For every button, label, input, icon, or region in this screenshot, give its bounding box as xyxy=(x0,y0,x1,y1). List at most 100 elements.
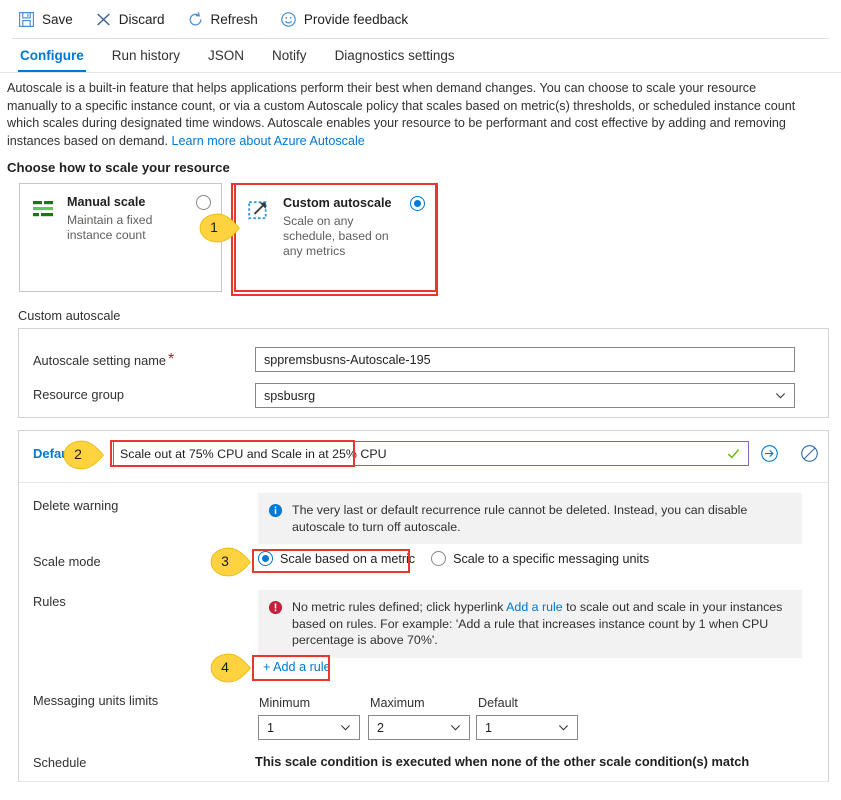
tab-configure-label: Configure xyxy=(20,48,84,63)
tab-bar: Configure Run history JSON Notify Diagno… xyxy=(6,44,469,72)
scale-mode-label-row: Scale mode xyxy=(33,554,101,569)
error-icon xyxy=(268,600,283,615)
schedule-label: Schedule xyxy=(33,755,87,770)
autoscale-setting-name-value: sppremsbusns-Autoscale-195 xyxy=(264,352,431,367)
default-value: 1 xyxy=(485,720,493,735)
command-bar: Save Discard Refresh Provide feedback xyxy=(0,0,841,38)
manual-scale-title: Manual scale xyxy=(67,195,146,209)
block-disable-icon[interactable] xyxy=(800,444,819,463)
default-select[interactable]: 1 xyxy=(476,715,578,740)
tab-run-history[interactable]: Run history xyxy=(98,44,194,72)
radio-circle-units xyxy=(431,551,447,566)
tab-json[interactable]: JSON xyxy=(194,44,258,72)
minimum-column-header: Minimum xyxy=(259,696,311,710)
manual-scale-radio[interactable] xyxy=(196,195,211,210)
discard-button[interactable]: Discard xyxy=(95,11,165,28)
rules-warning-banner: No metric rules defined; click hyperlink… xyxy=(258,590,802,658)
green-bars-icon xyxy=(33,201,53,217)
resource-group-label-row: Resource group xyxy=(33,387,124,402)
move-arrow-icon[interactable] xyxy=(760,444,779,463)
save-button[interactable]: Save xyxy=(18,11,73,28)
schedule-description: This scale condition is executed when no… xyxy=(255,754,750,769)
minimum-value: 1 xyxy=(267,720,275,735)
scale-mode-units-label: Scale to a specific messaging units xyxy=(453,551,650,566)
custom-autoscale-title: Custom autoscale xyxy=(283,196,392,210)
limits-label-row: Messaging units limits xyxy=(33,693,158,708)
close-x-icon xyxy=(96,12,110,26)
setting-name-label-row: Autoscale setting name * xyxy=(33,351,174,369)
callout-2-number: 2 xyxy=(74,446,82,462)
maximum-select[interactable]: 2 xyxy=(368,715,470,740)
tab-notify[interactable]: Notify xyxy=(258,44,321,72)
save-icon xyxy=(19,11,34,27)
smiley-face-icon xyxy=(281,11,296,27)
resource-group-label: Resource group xyxy=(33,387,125,402)
delete-warning-label-row: Delete warning xyxy=(33,498,118,513)
radio-circle-metric xyxy=(258,551,273,566)
refresh-button[interactable]: Refresh xyxy=(187,11,258,28)
add-a-rule-button[interactable]: + Add a rule xyxy=(259,658,335,676)
tab-configure[interactable]: Configure xyxy=(6,44,98,72)
command-bar-divider xyxy=(12,38,829,39)
custom-autoscale-subtitle: Scale on any schedule, based on any metr… xyxy=(283,214,389,258)
discard-label: Discard xyxy=(118,11,165,27)
tab-diagnostics-settings[interactable]: Diagnostics settings xyxy=(321,44,469,72)
maximum-value: 2 xyxy=(377,720,385,735)
intro-text: Autoscale is a built-in feature that hel… xyxy=(7,81,796,148)
callout-2: 2 xyxy=(62,439,104,470)
condition-header-divider xyxy=(19,482,828,483)
dashed-box-arrow-icon xyxy=(248,201,267,220)
condition-name-input[interactable]: Scale out at 75% CPU and Scale in at 25%… xyxy=(113,441,749,466)
delete-warning-text: The very last or default recurrence rule… xyxy=(292,503,748,534)
callout-4: 4 xyxy=(209,652,251,683)
tab-notify-label: Notify xyxy=(272,48,307,63)
required-asterisk: * xyxy=(168,351,175,368)
messaging-units-limits-label: Messaging units limits xyxy=(33,693,159,708)
callout-1-number: 1 xyxy=(210,219,218,235)
setting-name-label: Autoscale setting name xyxy=(33,352,167,368)
rules-text-before: No metric rules defined; click hyperlink xyxy=(292,600,507,614)
save-label: Save xyxy=(42,11,73,27)
tab-run-history-label: Run history xyxy=(111,48,181,63)
chevron-down-icon xyxy=(558,725,569,731)
resource-group-select[interactable]: spsbusrg xyxy=(255,383,795,408)
scale-mode-metric-label: Scale based on a metric xyxy=(280,551,416,566)
callout-1: 1 xyxy=(198,212,240,243)
add-a-rule-inline-link[interactable]: Add a rule xyxy=(506,600,562,614)
rules-label: Rules xyxy=(33,594,66,609)
tab-json-label: JSON xyxy=(208,48,245,63)
manual-scale-card[interactable]: Manual scale Maintain a fixed instance c… xyxy=(19,183,222,292)
callout-4-number: 4 xyxy=(221,659,229,675)
tab-bar-divider xyxy=(0,72,841,73)
refresh-label: Refresh xyxy=(210,11,258,27)
rules-warning-text: No metric rules defined; click hyperlink… xyxy=(292,599,790,649)
chevron-down-icon xyxy=(340,725,351,731)
resource-group-value: spsbusrg xyxy=(264,388,316,403)
schedule-label-row: Schedule xyxy=(33,755,86,770)
custom-autoscale-section-label: Custom autoscale xyxy=(18,308,121,323)
manual-scale-subtitle: Maintain a fixed instance count xyxy=(67,213,153,242)
autoscale-setting-name-input[interactable]: sppremsbusns-Autoscale-195 xyxy=(255,347,795,372)
custom-autoscale-card[interactable]: Custom autoscale Scale on any schedule, … xyxy=(234,183,437,292)
scale-mode-units-radio[interactable]: Scale to a specific messaging units xyxy=(431,551,649,566)
delete-warning-label: Delete warning xyxy=(33,498,119,513)
maximum-column-header: Maximum xyxy=(370,696,425,710)
learn-more-link[interactable]: Learn more about Azure Autoscale xyxy=(172,134,365,148)
autoscale-configure-page: Save Discard Refresh Provide feedback Co… xyxy=(0,0,841,800)
intro-paragraph: Autoscale is a built-in feature that hel… xyxy=(7,80,797,150)
minimum-select[interactable]: 1 xyxy=(258,715,360,740)
scale-mode-label: Scale mode xyxy=(33,554,101,569)
provide-feedback-label: Provide feedback xyxy=(303,11,409,27)
tab-diagnostics-settings-label: Diagnostics settings xyxy=(334,48,455,63)
refresh-icon xyxy=(189,11,201,25)
callout-3: 3 xyxy=(209,546,251,577)
chevron-down-icon xyxy=(450,725,461,731)
custom-autoscale-radio[interactable] xyxy=(410,196,425,211)
default-column-header: Default xyxy=(478,696,518,710)
checkmark-icon xyxy=(727,449,740,459)
rules-label-row: Rules xyxy=(33,594,66,609)
provide-feedback-button[interactable]: Provide feedback xyxy=(280,11,408,28)
delete-warning-banner: The very last or default recurrence rule… xyxy=(258,493,802,544)
scale-mode-metric-radio[interactable]: Scale based on a metric xyxy=(258,551,415,566)
condition-name-value: Scale out at 75% CPU and Scale in at 25%… xyxy=(120,446,387,461)
